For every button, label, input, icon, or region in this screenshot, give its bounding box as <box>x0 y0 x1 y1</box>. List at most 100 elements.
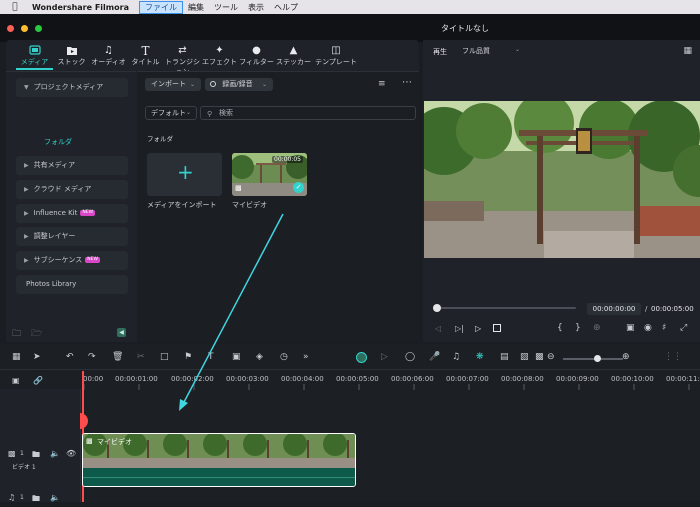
ruler-label: 00:00:03:00 <box>226 375 269 383</box>
microphone-icon[interactable]: 🎤 <box>429 352 440 362</box>
undo-icon[interactable]: ↶ <box>66 352 74 362</box>
caret-right-icon: ▶ <box>24 162 29 169</box>
playhead-handle[interactable] <box>80 413 88 429</box>
pip-icon[interactable]: ▤ <box>500 352 509 362</box>
ai-icon[interactable]: ▩ <box>535 352 544 362</box>
play-icon[interactable]: ▷ <box>475 324 481 333</box>
timeline-clip-label: マイビデオ <box>97 438 132 446</box>
track-audio-icon[interactable]: 🔈 <box>50 449 60 458</box>
search-input[interactable]: ⚲ 検索 <box>200 106 416 120</box>
menu-edit[interactable]: 編集 <box>183 1 209 14</box>
speed-icon[interactable]: ◷ <box>280 352 288 362</box>
video-clip-tile[interactable]: 00:00:05 ▩ ✓ <box>232 153 307 196</box>
display-icon[interactable]: ▣ <box>626 323 635 333</box>
marker-icon[interactable]: ⚑ <box>184 352 192 362</box>
sidebar-item-adjustment-layer[interactable]: ▶ 調整レイヤー <box>16 227 128 246</box>
chevron-down-icon: ⌄ <box>189 81 195 88</box>
previous-frame-icon[interactable]: ◁ <box>435 324 441 333</box>
preview-frame <box>424 101 700 258</box>
layout-icon[interactable]: ▦ <box>12 352 21 362</box>
crop-icon[interactable]: □ <box>160 352 169 362</box>
redo-icon[interactable]: ↷ <box>88 352 96 362</box>
record-button[interactable]: 録画/録音 ⌄ <box>205 78 273 91</box>
sidebar-item-shared-media[interactable]: ▶ 共有メディア <box>16 156 128 175</box>
sort-dropdown[interactable]: デフォルト ⌄ <box>145 106 197 120</box>
play-range-icon[interactable]: ▷ <box>381 352 388 362</box>
keyframe-icon[interactable]: ▣ <box>232 352 241 362</box>
tab-filters[interactable]: ● フィルター <box>238 40 275 70</box>
tab-titles[interactable]: T タイトル <box>127 40 164 70</box>
audio-folder-icon[interactable]: 🖿 <box>32 493 40 507</box>
tab-audio-label: オーディオ <box>91 58 126 66</box>
cut-icon[interactable]: ✂ <box>137 352 145 362</box>
track-folder-icon[interactable]: 🖿 <box>32 449 40 463</box>
filter-sort-icon[interactable]: ≡ <box>378 79 386 89</box>
tab-audio[interactable]: ♫ オーディオ <box>90 40 127 70</box>
zoom-in-icon[interactable]: ⊕ <box>622 352 630 362</box>
select-tool-icon[interactable]: ➤ <box>33 352 41 362</box>
ruler-label: 00:00:08:00 <box>501 375 544 383</box>
text-tool-icon[interactable]: T <box>208 352 214 362</box>
new-folder-icon[interactable]: 🗀 <box>12 326 21 342</box>
track-visibility-icon[interactable]: 👁 <box>66 449 76 458</box>
zoom-slider[interactable] <box>563 358 623 360</box>
menu-view[interactable]: 表示 <box>243 1 269 14</box>
import-media-tile[interactable]: + <box>147 153 222 196</box>
tab-media[interactable]: メディア <box>16 40 53 70</box>
transition-icon: ⇄ <box>178 45 187 56</box>
fullscreen-icon[interactable]: ⤢ <box>680 323 687 333</box>
insert-icon[interactable]: ⊕ <box>593 323 601 333</box>
collapse-sidebar-icon[interactable]: ◀ <box>117 328 126 337</box>
sidebar-item-influence-kit[interactable]: ▶ Influence Kit NEW <box>16 204 128 223</box>
import-button[interactable]: インポート ⌄ <box>145 78 201 91</box>
tab-templates[interactable]: ◫ テンプレート <box>312 40 360 70</box>
zoom-out-icon[interactable]: ⊖ <box>547 352 555 362</box>
snap-icon[interactable]: ❋ <box>476 352 484 362</box>
image-icon[interactable]: ▦ <box>683 46 692 56</box>
snapshot-icon[interactable]: ◉ <box>644 323 652 333</box>
delete-icon[interactable]: 🗑 <box>112 352 123 362</box>
stop-icon[interactable] <box>493 324 501 332</box>
audio-track-icon[interactable]: ♫ <box>452 352 460 362</box>
mark-in-icon[interactable]: { <box>557 323 563 333</box>
more-options-icon[interactable]: ⋯ <box>402 77 412 88</box>
scrub-bar[interactable] <box>438 307 576 309</box>
menu-help[interactable]: ヘルプ <box>269 1 303 14</box>
folder-icon[interactable]: 🗁 <box>31 326 42 342</box>
mark-out-icon[interactable]: } <box>575 323 581 333</box>
audio-mute-icon[interactable]: 🔈 <box>50 493 60 502</box>
volume-icon[interactable]: ♯ <box>662 323 666 333</box>
sidebar-item-project-media[interactable]: ▼ プロジェクトメディア <box>16 78 128 97</box>
app-name-menu[interactable]: Wondershare Filmora <box>32 3 129 12</box>
tab-effects[interactable]: ✦ エフェクト <box>201 40 238 70</box>
more-tools-icon[interactable]: » <box>303 352 309 362</box>
zoom-slider-handle[interactable] <box>594 355 601 362</box>
step-play-icon[interactable]: ▷| <box>455 324 464 333</box>
sidebar-item-subsequence[interactable]: ▶ サブシーケンス NEW <box>16 251 128 270</box>
apple-icon[interactable]:  <box>8 2 22 12</box>
quality-dropdown[interactable]: フル品質 ⌄ <box>456 45 528 57</box>
grid-icon[interactable]: ⋮⋮ <box>664 352 682 362</box>
tab-transitions[interactable]: ⇄ トランジション <box>164 40 201 76</box>
timeline-clip[interactable]: ▩ マイビデオ <box>82 433 356 487</box>
menu-tools[interactable]: ツール <box>209 1 243 14</box>
menu-file[interactable]: ファイル <box>138 0 183 14</box>
ruler-label: 00:00:11:0 <box>666 375 700 383</box>
ruler-label: 00:00:09:00 <box>556 375 599 383</box>
render-icon[interactable] <box>356 352 367 363</box>
scrub-handle[interactable] <box>433 304 441 312</box>
sidebar-item-photos-library[interactable]: Photos Library <box>16 275 128 294</box>
add-track-icon[interactable]: ▣ <box>12 376 20 385</box>
sidebar-item-cloud-media[interactable]: ▶ クラウド メディア <box>16 180 128 199</box>
caret-right-icon: ▶ <box>24 210 29 217</box>
link-icon[interactable]: 🔗 <box>33 376 43 385</box>
tab-stickers[interactable]: ▲ ステッカー <box>275 40 312 70</box>
replace-icon[interactable]: ▨ <box>520 352 529 362</box>
new-badge: NEW <box>80 210 96 216</box>
clip-film-icon: ▩ <box>86 437 93 445</box>
shield-icon[interactable]: ◯ <box>405 352 415 362</box>
window-title: タイトルなし <box>441 24 489 33</box>
sidebar-item-folder[interactable]: フォルダ <box>44 137 72 147</box>
tab-stock[interactable]: ストック <box>53 40 90 70</box>
color-icon[interactable]: ◈ <box>256 352 263 362</box>
